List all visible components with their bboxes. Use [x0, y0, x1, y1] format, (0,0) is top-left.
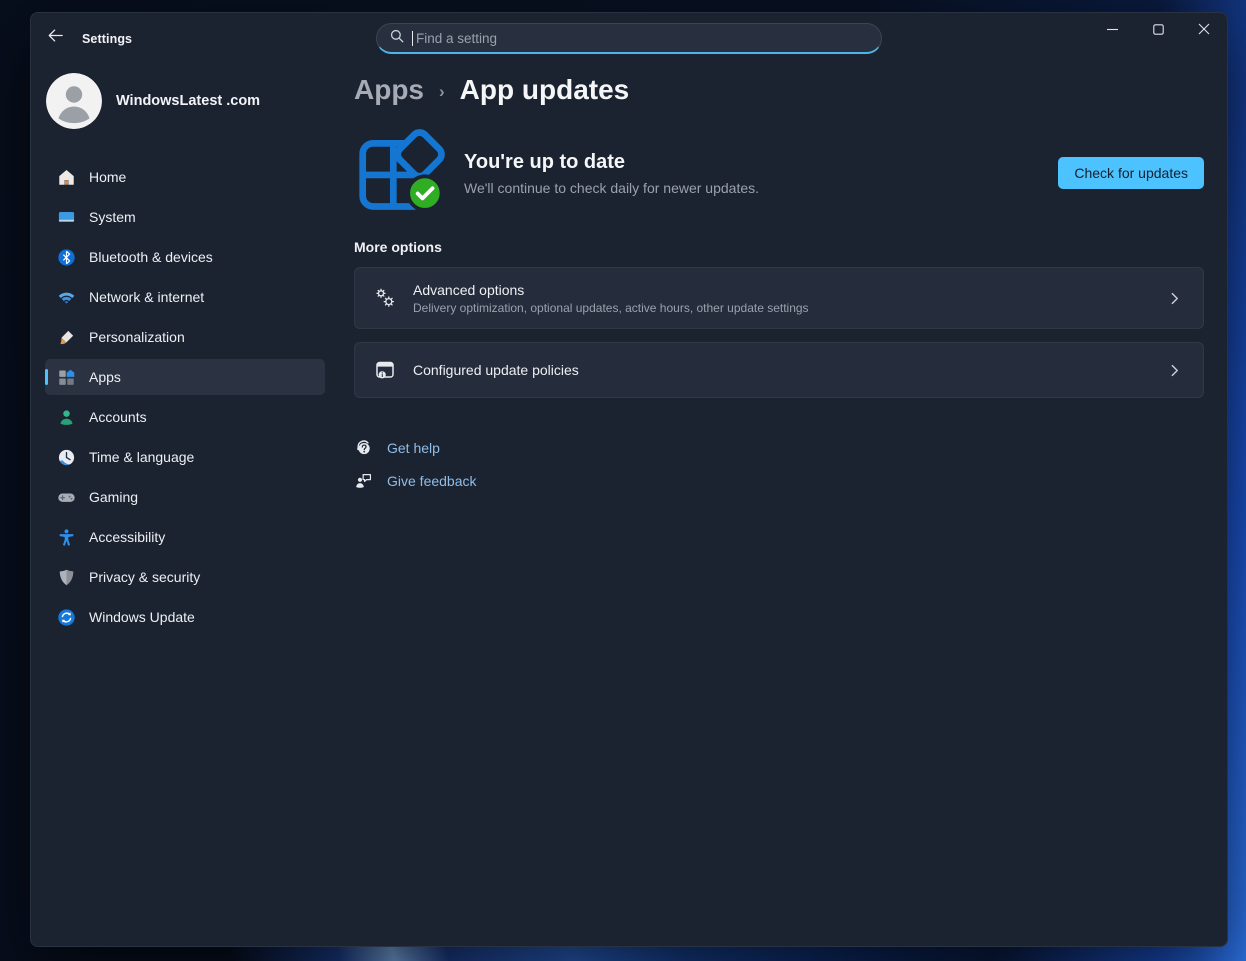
configured-update-policies-card[interactable]: Configured update policies — [354, 342, 1204, 398]
card-text: Configured update policies — [413, 362, 579, 378]
update-status-subtitle: We'll continue to check daily for newer … — [464, 180, 759, 196]
update-status-title: You're up to date — [464, 151, 759, 174]
app-updates-status-icon — [354, 129, 446, 217]
maximize-icon — [1153, 22, 1164, 40]
more-options-heading: More options — [354, 239, 442, 255]
update-status-text: You're up to date We'll continue to chec… — [464, 151, 759, 196]
sidebar-item-bluetooth-devices[interactable]: Bluetooth & devices — [45, 239, 325, 275]
sidebar-item-label: Home — [89, 169, 126, 185]
settings-cards: Advanced options Delivery optimization, … — [354, 267, 1204, 411]
back-button[interactable] — [40, 24, 70, 52]
search-input[interactable]: Find a setting — [376, 23, 882, 54]
check-for-updates-button[interactable]: Check for updates — [1058, 157, 1204, 189]
advanced-options-card[interactable]: Advanced options Delivery optimization, … — [354, 267, 1204, 329]
app-title: Settings — [82, 13, 132, 65]
search-icon — [389, 28, 405, 49]
clock-icon — [57, 448, 76, 467]
personalization-brush-icon — [57, 328, 76, 347]
footer-links: Get help Give feedback — [353, 437, 477, 503]
gears-icon — [373, 286, 397, 310]
breadcrumb-chevron-icon: › — [439, 78, 445, 102]
sidebar-item-system[interactable]: System — [45, 199, 325, 235]
help-headset-icon — [353, 437, 374, 458]
home-icon — [57, 168, 76, 187]
sidebar-item-gaming[interactable]: Gaming — [45, 479, 325, 515]
sidebar-item-label: Bluetooth & devices — [89, 249, 213, 265]
text-caret — [412, 31, 413, 46]
close-icon — [1198, 22, 1210, 40]
sidebar-nav: Home System Bluetooth & devices Network … — [45, 159, 325, 639]
breadcrumb: Apps › App updates — [354, 74, 629, 106]
feedback-person-icon — [353, 470, 374, 491]
close-button[interactable] — [1181, 14, 1227, 48]
minimize-icon — [1107, 22, 1118, 40]
sidebar-item-windows-update[interactable]: Windows Update — [45, 599, 325, 635]
get-help-link[interactable]: Get help — [353, 437, 477, 458]
sidebar-item-label: Windows Update — [89, 609, 195, 625]
sidebar-item-apps[interactable]: Apps — [45, 359, 325, 395]
update-status-banner: You're up to date We'll continue to chec… — [354, 129, 1204, 217]
avatar — [46, 73, 102, 129]
sidebar-item-network-internet[interactable]: Network & internet — [45, 279, 325, 315]
network-wifi-icon — [57, 288, 76, 307]
sidebar-item-personalization[interactable]: Personalization — [45, 319, 325, 355]
link-label: Get help — [387, 440, 440, 456]
selected-indicator — [45, 369, 48, 385]
sidebar-item-privacy-security[interactable]: Privacy & security — [45, 559, 325, 595]
minimize-button[interactable] — [1089, 14, 1135, 48]
chevron-right-icon — [1168, 292, 1181, 305]
sidebar-item-label: Time & language — [89, 449, 194, 465]
page-title: App updates — [460, 74, 630, 106]
sidebar-item-home[interactable]: Home — [45, 159, 325, 195]
account-header: WindowsLatest .com — [46, 73, 260, 129]
sidebar-item-accessibility[interactable]: Accessibility — [45, 519, 325, 555]
back-arrow-icon — [47, 28, 64, 48]
sidebar-item-time-language[interactable]: Time & language — [45, 439, 325, 475]
window-controls — [1089, 14, 1227, 48]
card-title: Configured update policies — [413, 362, 579, 378]
bluetooth-icon — [57, 248, 76, 267]
maximize-button[interactable] — [1135, 14, 1181, 48]
wallpaper-light-streaks — [230, 945, 1010, 961]
card-subtitle: Delivery optimization, optional updates,… — [413, 301, 809, 315]
accessibility-person-icon — [57, 528, 76, 547]
windows-update-icon — [57, 608, 76, 627]
apps-icon — [57, 368, 76, 387]
sidebar-item-label: Gaming — [89, 489, 138, 505]
card-text: Advanced options Delivery optimization, … — [413, 282, 809, 315]
give-feedback-link[interactable]: Give feedback — [353, 470, 477, 491]
sidebar-item-accounts[interactable]: Accounts — [45, 399, 325, 435]
desktop: { "titlebar": { "app_title": "Settings" … — [0, 0, 1246, 961]
card-title: Advanced options — [413, 282, 809, 298]
breadcrumb-parent[interactable]: Apps — [354, 74, 424, 106]
sidebar-item-label: Accounts — [89, 409, 147, 425]
search-placeholder: Find a setting — [416, 31, 497, 46]
sidebar-item-label: Network & internet — [89, 289, 204, 305]
settings-window: Settings Find a setting WindowsLatest .c… — [30, 12, 1228, 947]
system-icon — [57, 208, 76, 227]
sidebar-item-label: Privacy & security — [89, 569, 200, 585]
account-name: WindowsLatest .com — [116, 93, 260, 109]
link-label: Give feedback — [387, 473, 477, 489]
policy-window-icon — [373, 358, 397, 382]
chevron-right-icon — [1168, 364, 1181, 377]
sidebar-item-label: System — [89, 209, 136, 225]
sidebar-item-label: Accessibility — [89, 529, 165, 545]
sidebar-item-label: Apps — [89, 369, 121, 385]
sidebar-item-label: Personalization — [89, 329, 185, 345]
gamepad-icon — [57, 488, 76, 507]
shield-icon — [57, 568, 76, 587]
accounts-person-icon — [57, 408, 76, 427]
